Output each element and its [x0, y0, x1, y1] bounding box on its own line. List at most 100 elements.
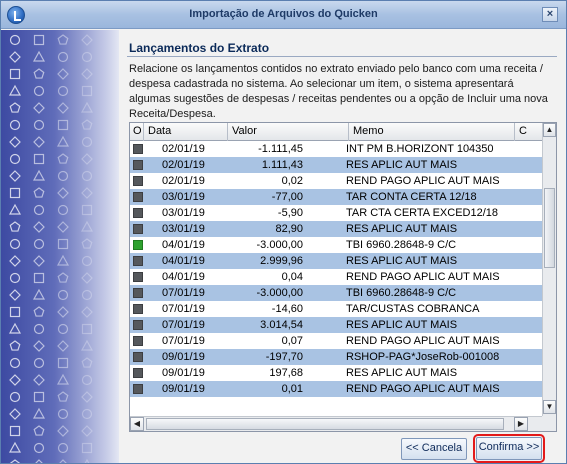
horizontal-scroll-thumb[interactable] [146, 418, 504, 430]
row-value: 0,02 [281, 175, 303, 187]
decorative-triangle-icon [84, 458, 90, 463]
table-row[interactable]: 03/01/19 -77,00 TAR CONTA CERTA 12/18 [130, 189, 544, 205]
row-value: -1.111,45 [258, 143, 303, 155]
checkbox-icon[interactable] [133, 176, 143, 186]
decorative-diamond-icon [81, 187, 93, 199]
table-row[interactable]: 02/01/19 1.111,43 RES APLIC AUT MAIS [130, 157, 544, 173]
row-checkbox[interactable] [130, 237, 144, 253]
table-row[interactable]: 04/01/19 -3.000,00 TBI 6960.28648-9 C/C [130, 237, 544, 253]
row-value: -5,90 [277, 207, 303, 219]
decorative-square-icon [81, 323, 93, 335]
decorative-side-panel [1, 30, 119, 463]
decorative-pentagon-icon [57, 391, 69, 402]
decorative-diamond-icon [33, 374, 45, 386]
checkbox-icon[interactable] [133, 208, 143, 218]
table-row[interactable]: 04/01/19 0,04 REND PAGO APLIC AUT MAIS [130, 269, 544, 285]
scroll-left-arrow-icon[interactable]: ◀ [130, 417, 144, 431]
row-checkbox[interactable] [130, 285, 144, 301]
checkbox-icon[interactable] [133, 288, 143, 298]
confirm-button[interactable]: Confirma >> [473, 434, 545, 463]
table-row[interactable]: 09/01/19 197,68 RES APLIC AUT MAIS [130, 365, 544, 381]
decorative-diamond-icon [33, 102, 45, 114]
checkbox-icon[interactable] [133, 256, 143, 266]
table-row[interactable]: 02/01/19 -1.111,45 INT PM B.HORIZONT 10435… [130, 141, 544, 157]
row-checkbox[interactable] [130, 381, 144, 397]
row-checkbox[interactable] [130, 269, 144, 285]
close-button[interactable]: × [542, 7, 558, 22]
decorative-triangle-icon [80, 101, 94, 113]
row-checkbox[interactable] [130, 173, 144, 189]
checkbox-icon[interactable] [133, 192, 143, 202]
decorative-diamond-icon [33, 255, 45, 267]
column-header-data[interactable]: Data [144, 123, 228, 141]
vertical-scrollbar[interactable]: ▲ ▼ [542, 123, 556, 416]
checkbox-icon[interactable] [133, 160, 143, 170]
row-checkbox[interactable] [130, 157, 144, 173]
row-memo: TBI 6960.28648-9 C/C [346, 287, 457, 299]
checkbox-icon[interactable] [133, 352, 143, 362]
scroll-down-arrow-icon[interactable]: ▼ [543, 400, 556, 414]
decorative-circle-icon [57, 51, 69, 63]
decorative-circle-icon [9, 238, 21, 250]
table-row[interactable]: 03/01/19 -5,90 TAR CTA CERTA EXCED12/18 [130, 205, 544, 221]
content-area: Lançamentos do Extrato Relacione os lanç… [119, 30, 566, 463]
checkbox-icon[interactable] [133, 368, 143, 378]
checkbox-icon[interactable] [133, 320, 143, 330]
checkbox-icon[interactable] [133, 384, 143, 394]
row-memo: REND PAGO APLIC AUT MAIS [346, 335, 500, 347]
decorative-diamond-icon [9, 408, 21, 420]
table-row[interactable]: 07/01/19 3.014,54 RES APLIC AUT MAIS [130, 317, 544, 333]
table-row[interactable]: 07/01/19 0,07 REND PAGO APLIC AUT MAIS [130, 333, 544, 349]
title-bar[interactable]: Importação de Arquivos do Quicken × [1, 1, 566, 29]
decorative-circle-icon [81, 170, 93, 182]
row-checkbox[interactable] [130, 141, 144, 157]
column-header-o[interactable]: O [130, 123, 144, 141]
row-value: 0,07 [281, 335, 303, 347]
decorative-square-icon [9, 306, 21, 318]
table-row[interactable]: 04/01/19 2.999,96 RES APLIC AUT MAIS [130, 253, 544, 269]
table-row[interactable]: 07/01/19 -14,60 TAR/CUSTAS COBRANCA [130, 301, 544, 317]
decorative-circle-icon [57, 170, 69, 182]
scroll-up-arrow-icon[interactable]: ▲ [543, 123, 556, 137]
table-row[interactable]: 02/01/19 0,02 REND PAGO APLIC AUT MAIS [130, 173, 544, 189]
row-checkbox[interactable] [130, 349, 144, 365]
decorative-diamond-icon [9, 170, 21, 182]
table-row[interactable]: 03/01/19 82,90 RES APLIC AUT MAIS [130, 221, 544, 237]
row-checkbox[interactable] [130, 205, 144, 221]
horizontal-scrollbar[interactable]: ◀ ▶ [130, 416, 544, 431]
table-row[interactable]: 09/01/19 -197,70 RSHOP-PAG*JoseRob-001008 [130, 349, 544, 365]
row-memo: RES APLIC AUT MAIS [346, 223, 458, 235]
decorative-pentagon-icon [81, 357, 93, 368]
column-header-memo[interactable]: Memo [349, 123, 515, 141]
row-checkbox[interactable] [130, 301, 144, 317]
column-header-valor[interactable]: Valor [228, 123, 349, 141]
checkbox-icon[interactable] [133, 240, 143, 250]
row-checkbox[interactable] [130, 221, 144, 237]
row-checkbox[interactable] [130, 365, 144, 381]
decorative-pentagon-icon [81, 119, 93, 130]
scroll-right-arrow-icon[interactable]: ▶ [514, 417, 528, 431]
checkbox-icon[interactable] [133, 224, 143, 234]
decorative-square-icon [81, 85, 93, 97]
checkbox-icon[interactable] [133, 272, 143, 282]
decorative-circle-icon [81, 136, 93, 148]
checkbox-icon[interactable] [133, 144, 143, 154]
decorative-circle-icon [33, 357, 45, 369]
vertical-scroll-thumb[interactable] [544, 188, 555, 268]
decorative-diamond-icon [57, 102, 69, 114]
cancel-button[interactable]: << Cancela [401, 438, 467, 460]
row-checkbox[interactable] [130, 253, 144, 269]
row-checkbox[interactable] [130, 333, 144, 349]
row-checkbox[interactable] [130, 189, 144, 205]
checkbox-icon[interactable] [133, 336, 143, 346]
checkbox-icon[interactable] [133, 304, 143, 314]
table-row[interactable]: 07/01/19 -3.000,00 TBI 6960.28648-9 C/C [130, 285, 544, 301]
decorative-diamond-icon [33, 340, 45, 352]
column-header-c[interactable]: C [515, 123, 544, 141]
row-memo: TAR CONTA CERTA 12/18 [346, 191, 477, 203]
decorative-square-icon [57, 119, 69, 131]
table-row[interactable]: 09/01/19 0,01 REND PAGO APLIC AUT MAIS [130, 381, 544, 397]
decorative-pentagon-icon [33, 306, 45, 317]
row-checkbox[interactable] [130, 317, 144, 333]
decorative-triangle-icon [80, 339, 94, 351]
